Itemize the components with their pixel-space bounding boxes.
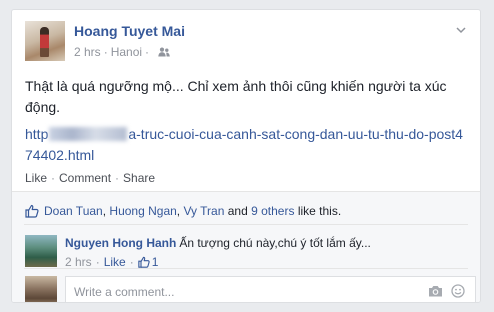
comment-input[interactable]: Write a comment... bbox=[65, 276, 476, 302]
chevron-down-icon[interactable] bbox=[455, 24, 467, 36]
likes-suffix: like this. bbox=[297, 204, 342, 218]
comment-separator-2: · bbox=[129, 255, 134, 269]
meta-separator: · bbox=[103, 45, 108, 59]
comment-like-count[interactable]: 1 bbox=[152, 255, 159, 269]
post-header: Hoang Tuyet Mai 2 hrs · Hanoi · bbox=[12, 10, 480, 66]
liker-name[interactable]: Doan Tuan bbox=[44, 204, 103, 218]
post-meta: 2 hrs · Hanoi · bbox=[74, 45, 170, 59]
post-card: Hoang Tuyet Mai 2 hrs · Hanoi · Thật là … bbox=[11, 9, 481, 303]
actions-divider bbox=[12, 191, 480, 192]
likes-and: and bbox=[227, 204, 248, 218]
comment-button[interactable]: Comment bbox=[59, 171, 111, 185]
comment-like-button[interactable]: Like bbox=[104, 255, 126, 269]
author-name[interactable]: Hoang Tuyet Mai bbox=[74, 23, 185, 39]
likes-summary: Doan Tuan, Huong Ngan, Vy Tran and 9 oth… bbox=[25, 204, 341, 218]
likes-others-link[interactable]: 9 others bbox=[251, 204, 294, 218]
viewer-avatar bbox=[25, 276, 57, 302]
post-link[interactable]: http a-truc-cuoi-cua-canh-sat-cong-dan-uu… bbox=[25, 124, 470, 166]
comment-meta: 2 hrs · Like · 1 bbox=[65, 255, 158, 269]
author-avatar[interactable] bbox=[25, 21, 65, 61]
liker-name[interactable]: Vy Tran bbox=[183, 204, 224, 218]
meta-separator-2: · bbox=[145, 45, 150, 59]
liker-name[interactable]: Huong Ngan bbox=[109, 204, 176, 218]
comment-input-placeholder: Write a comment... bbox=[74, 285, 175, 299]
thumbs-up-icon bbox=[25, 204, 39, 218]
comment-author[interactable]: Nguyen Hong Hanh bbox=[65, 236, 176, 250]
like-button[interactable]: Like bbox=[25, 171, 47, 185]
post-link-prefix[interactable]: http bbox=[25, 126, 48, 142]
comment-text: Ấn tượng chú này,chú ý tốt lắm ấy... bbox=[179, 236, 371, 250]
post-time[interactable]: 2 hrs bbox=[74, 45, 101, 59]
post-text: Thật là quá ngưỡng mộ... Chỉ xem ảnh thô… bbox=[25, 78, 447, 115]
liker-comma: , bbox=[102, 204, 107, 218]
likes-divider bbox=[24, 224, 468, 225]
blurred-link-segment bbox=[49, 127, 128, 141]
commenter-avatar[interactable] bbox=[25, 235, 57, 267]
comment-divider bbox=[24, 268, 468, 269]
comment-body: Nguyen Hong Hanh Ấn tượng chú này,chú ý t… bbox=[65, 236, 465, 250]
camera-icon[interactable] bbox=[428, 285, 443, 297]
liker-comma: , bbox=[176, 204, 181, 218]
share-button[interactable]: Share bbox=[123, 171, 155, 185]
post-actions: Like · Comment · Share bbox=[25, 171, 155, 185]
comment-time[interactable]: 2 hrs bbox=[65, 255, 92, 269]
comment-separator: · bbox=[95, 255, 100, 269]
avatar-photo bbox=[40, 27, 49, 57]
action-separator-2: · bbox=[115, 171, 120, 185]
action-separator: · bbox=[51, 171, 56, 185]
emoji-icon[interactable] bbox=[451, 284, 465, 298]
friends-icon[interactable] bbox=[158, 47, 170, 57]
post-location[interactable]: Hanoi bbox=[111, 45, 142, 59]
thumbs-up-icon bbox=[138, 256, 150, 268]
